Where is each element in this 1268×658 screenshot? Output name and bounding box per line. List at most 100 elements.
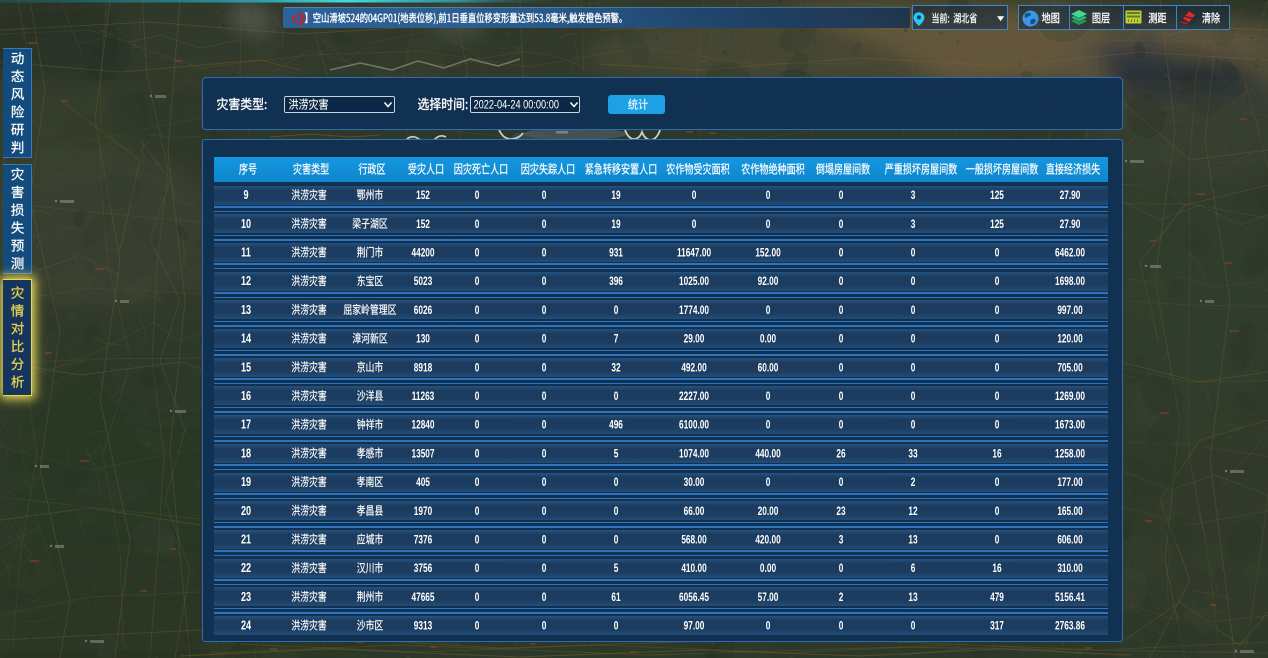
svg-text:3756: 3756 bbox=[414, 563, 433, 576]
svg-text:1074.00: 1074.00 bbox=[679, 448, 709, 461]
svg-text:0: 0 bbox=[911, 305, 916, 318]
svg-text:0: 0 bbox=[839, 419, 844, 432]
svg-text:0: 0 bbox=[542, 247, 547, 260]
svg-text:396: 396 bbox=[609, 276, 623, 289]
svg-text:0: 0 bbox=[542, 391, 547, 404]
svg-text:5156.41: 5156.41 bbox=[1055, 592, 1085, 605]
svg-text:11647.00: 11647.00 bbox=[677, 247, 711, 260]
svg-text:19: 19 bbox=[611, 190, 620, 203]
svg-text:60.00: 60.00 bbox=[758, 362, 779, 375]
svg-text:20: 20 bbox=[241, 504, 251, 518]
svg-text:0: 0 bbox=[766, 391, 771, 404]
svg-text:0: 0 bbox=[995, 477, 1000, 490]
svg-text:57.00: 57.00 bbox=[758, 592, 779, 605]
svg-text:0: 0 bbox=[692, 190, 697, 203]
svg-text:2: 2 bbox=[839, 592, 844, 605]
svg-text:97.00: 97.00 bbox=[684, 620, 705, 633]
svg-text:0: 0 bbox=[839, 276, 844, 289]
svg-text:1673.00: 1673.00 bbox=[1055, 419, 1085, 432]
svg-text:0: 0 bbox=[839, 563, 844, 576]
svg-text:44200: 44200 bbox=[411, 247, 434, 260]
svg-text:130: 130 bbox=[416, 333, 430, 346]
svg-text:0: 0 bbox=[995, 305, 1000, 318]
svg-text:496: 496 bbox=[609, 419, 623, 432]
svg-text:5: 5 bbox=[614, 563, 619, 576]
svg-text:0: 0 bbox=[839, 218, 844, 231]
svg-text:2763.86: 2763.86 bbox=[1055, 620, 1085, 633]
svg-text:12840: 12840 bbox=[411, 419, 434, 432]
svg-text:0: 0 bbox=[766, 305, 771, 318]
svg-text:13507: 13507 bbox=[411, 448, 434, 461]
svg-text:13: 13 bbox=[241, 303, 251, 317]
svg-text:0: 0 bbox=[911, 620, 916, 633]
svg-text:0: 0 bbox=[995, 362, 1000, 375]
svg-text:0: 0 bbox=[839, 190, 844, 203]
svg-text:9: 9 bbox=[243, 189, 248, 203]
svg-text:21: 21 bbox=[241, 533, 251, 547]
svg-text:0: 0 bbox=[839, 477, 844, 490]
svg-text:440.00: 440.00 bbox=[755, 448, 781, 461]
svg-text:19: 19 bbox=[611, 218, 620, 231]
svg-text:0: 0 bbox=[475, 563, 480, 576]
svg-text:0: 0 bbox=[766, 620, 771, 633]
svg-text:12: 12 bbox=[908, 505, 917, 518]
svg-text:0: 0 bbox=[475, 362, 480, 375]
svg-text:0: 0 bbox=[766, 477, 771, 490]
svg-text:0: 0 bbox=[475, 305, 480, 318]
svg-text:92.00: 92.00 bbox=[758, 276, 779, 289]
svg-text:2022-04-24 00:00:00: 2022-04-24 00:00:00 bbox=[474, 98, 560, 111]
svg-text:0: 0 bbox=[542, 448, 547, 461]
svg-text:6056.45: 6056.45 bbox=[679, 592, 709, 605]
svg-text:0: 0 bbox=[475, 276, 480, 289]
svg-text:5023: 5023 bbox=[414, 276, 433, 289]
svg-text:0: 0 bbox=[995, 505, 1000, 518]
svg-text:20.00: 20.00 bbox=[758, 505, 779, 518]
svg-text:6026: 6026 bbox=[414, 305, 433, 318]
svg-text:0: 0 bbox=[614, 477, 619, 490]
svg-text:0: 0 bbox=[911, 333, 916, 346]
svg-text:931: 931 bbox=[609, 247, 623, 260]
svg-text:3: 3 bbox=[839, 534, 844, 547]
svg-text:1774.00: 1774.00 bbox=[679, 305, 709, 318]
svg-text:9313: 9313 bbox=[414, 620, 433, 633]
svg-text:47665: 47665 bbox=[411, 592, 434, 605]
svg-text:0: 0 bbox=[542, 592, 547, 605]
svg-text:0: 0 bbox=[614, 305, 619, 318]
svg-text:705.00: 705.00 bbox=[1057, 362, 1083, 375]
svg-text:0.00: 0.00 bbox=[760, 333, 776, 346]
svg-text:0: 0 bbox=[995, 247, 1000, 260]
svg-text:568.00: 568.00 bbox=[681, 534, 707, 547]
svg-text:125: 125 bbox=[990, 218, 1004, 231]
svg-text:0: 0 bbox=[614, 505, 619, 518]
svg-text:16: 16 bbox=[241, 390, 251, 404]
svg-text:27.90: 27.90 bbox=[1060, 190, 1081, 203]
svg-text:0: 0 bbox=[995, 534, 1000, 547]
svg-text:0: 0 bbox=[542, 362, 547, 375]
svg-text:7376: 7376 bbox=[414, 534, 433, 547]
svg-text:0: 0 bbox=[692, 218, 697, 231]
svg-text:0: 0 bbox=[766, 190, 771, 203]
svg-text:16: 16 bbox=[992, 563, 1001, 576]
svg-text:0: 0 bbox=[995, 333, 1000, 346]
svg-text:0: 0 bbox=[475, 333, 480, 346]
svg-text:0: 0 bbox=[839, 362, 844, 375]
svg-text:0.00: 0.00 bbox=[760, 563, 776, 576]
svg-text:0: 0 bbox=[475, 247, 480, 260]
svg-text:8918: 8918 bbox=[414, 362, 433, 375]
svg-text:6100.00: 6100.00 bbox=[679, 419, 709, 432]
svg-text:0: 0 bbox=[839, 305, 844, 318]
svg-text:152.00: 152.00 bbox=[755, 247, 781, 260]
svg-text:120.00: 120.00 bbox=[1057, 333, 1083, 346]
svg-text:0: 0 bbox=[911, 419, 916, 432]
svg-text:6: 6 bbox=[911, 563, 916, 576]
svg-text:0: 0 bbox=[542, 620, 547, 633]
svg-text:22: 22 bbox=[241, 562, 251, 576]
svg-text:2: 2 bbox=[911, 477, 916, 490]
svg-text:0: 0 bbox=[475, 218, 480, 231]
svg-text:0: 0 bbox=[475, 419, 480, 432]
svg-text:0: 0 bbox=[839, 620, 844, 633]
svg-text:14: 14 bbox=[241, 332, 252, 346]
svg-text:1025.00: 1025.00 bbox=[679, 276, 709, 289]
svg-text:0: 0 bbox=[475, 505, 480, 518]
svg-text:0: 0 bbox=[475, 190, 480, 203]
